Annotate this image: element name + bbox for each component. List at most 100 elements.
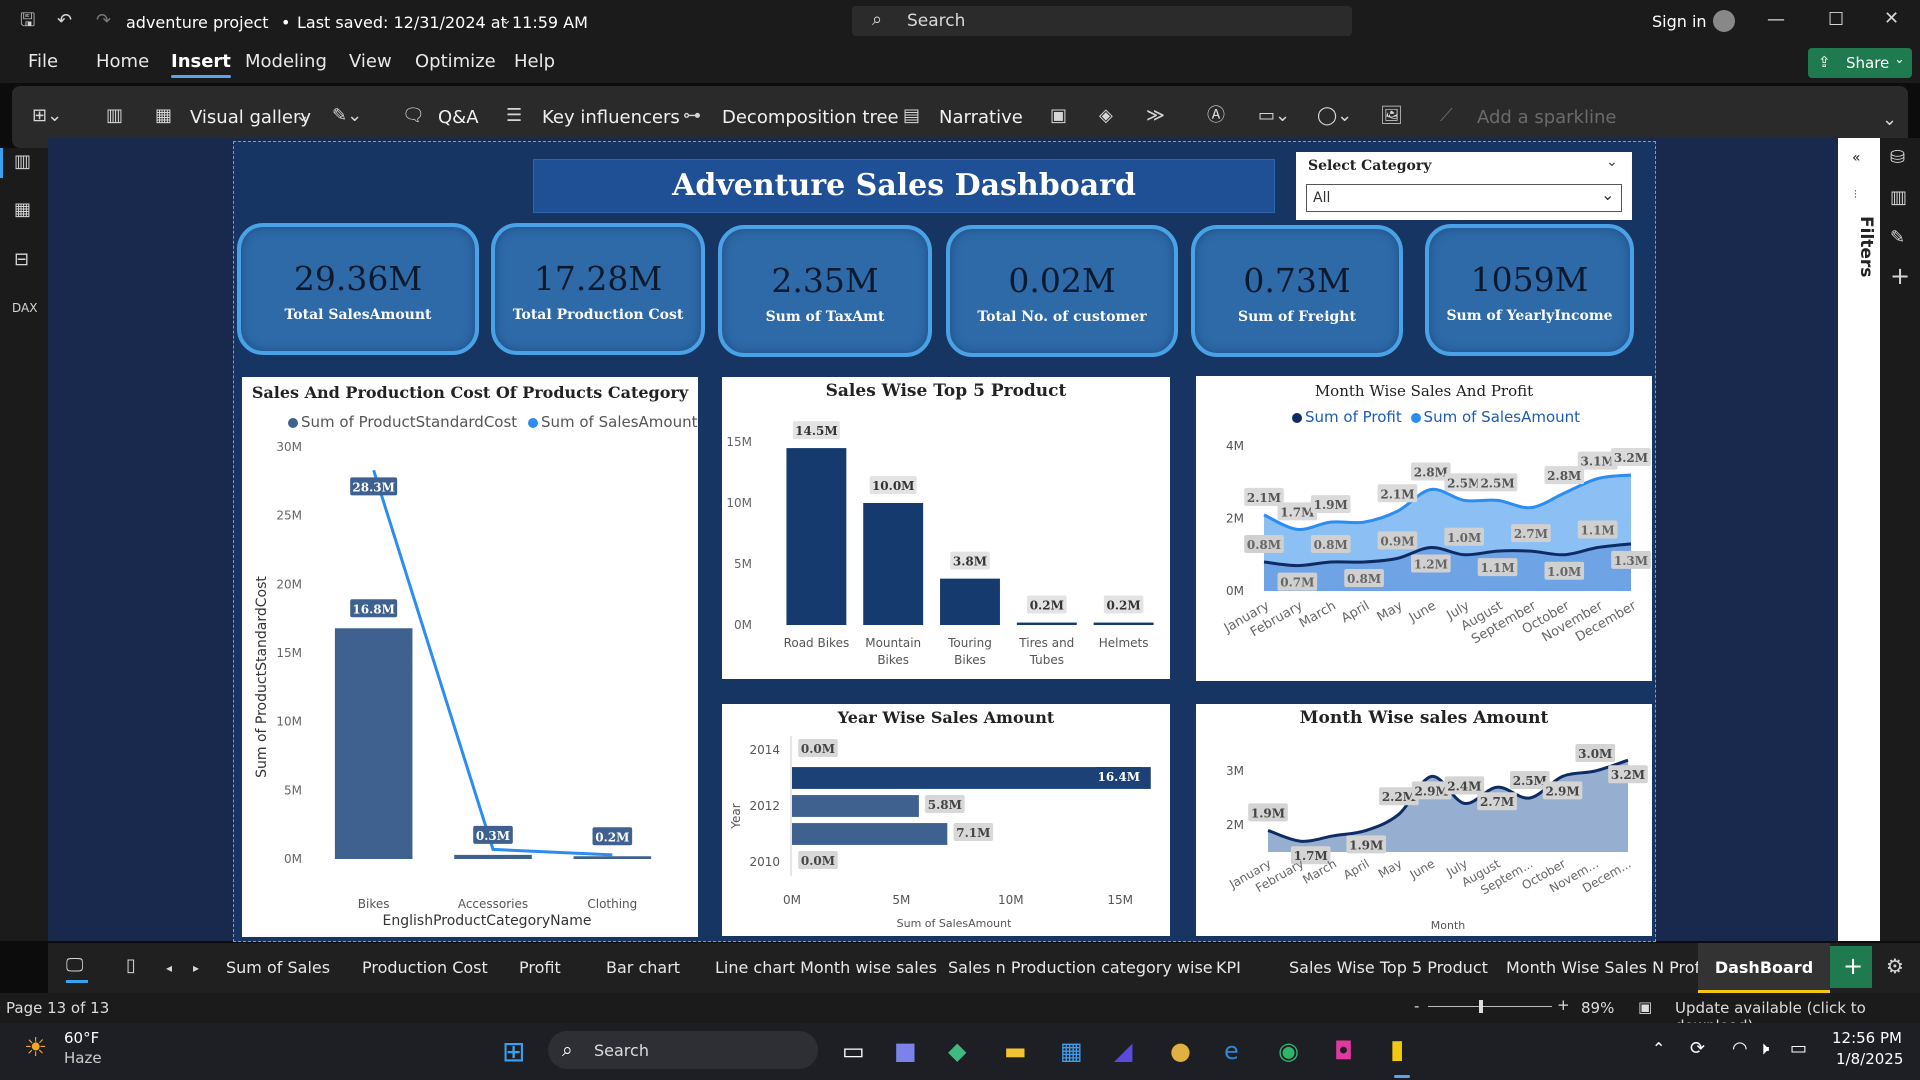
copilot-icon[interactable]: ◆ <box>948 1037 966 1065</box>
build-visual-icon[interactable]: ✎⌄ <box>332 106 362 126</box>
ribbon-expand-icon[interactable]: ⌄ <box>1882 110 1897 130</box>
windows-start-icon[interactable]: ⊞ <box>502 1035 525 1068</box>
teams-icon[interactable]: ■ <box>894 1037 917 1065</box>
chart-year-card[interactable]: Year Wise Sales Amount 0.0M 2014 16.4M 5.8M… <box>722 704 1170 936</box>
visualizations-pane-icon[interactable]: ▥ <box>1890 188 1907 208</box>
menu-insert[interactable]: Insert <box>171 51 231 78</box>
chevron-down-icon[interactable]: ⌄ <box>1606 154 1618 170</box>
gear-icon[interactable]: ⚙ <box>1886 956 1904 976</box>
maximize-icon[interactable]: ☐ <box>1828 10 1844 30</box>
app-icon[interactable]: ◘ <box>1334 1037 1353 1065</box>
sync-icon[interactable]: ⟳ <box>1690 1038 1705 1059</box>
taskbar-search[interactable]: ⌕ Search <box>548 1031 818 1069</box>
report-view-icon[interactable]: ▥ <box>14 152 31 172</box>
tab-dashboard[interactable]: DashBoard <box>1698 943 1830 993</box>
next-page-icon[interactable]: ▸ <box>193 958 199 978</box>
volume-icon[interactable]: 🕨 <box>1758 1038 1769 1059</box>
tab-profit[interactable]: Profit <box>519 958 561 977</box>
menu-modeling[interactable]: Modeling <box>245 51 327 72</box>
chevron-down-icon[interactable]: ⌄ <box>295 106 310 126</box>
store-icon[interactable]: ▦ <box>1060 1037 1083 1065</box>
filters-pane[interactable]: « ⫶ Filters <box>1838 138 1880 941</box>
zoom-slider[interactable] <box>1428 1006 1552 1007</box>
tab-month-wise-sales-n-profit[interactable]: Month Wise Sales N Profit <box>1506 958 1711 977</box>
model-view-icon[interactable]: ⊟ <box>14 250 29 270</box>
add-pane-icon[interactable]: + <box>1890 264 1910 288</box>
file-explorer-icon[interactable]: ▬ <box>1004 1037 1027 1065</box>
menu-file[interactable]: File <box>28 51 58 72</box>
ie-icon[interactable]: e <box>1224 1037 1239 1065</box>
chart-month-sales-card[interactable]: Month Wise sales Amount 2M 3M 1.9M 1.7M 1.9M… <box>1196 704 1652 936</box>
power-automate-icon[interactable]: ≫ <box>1146 106 1165 126</box>
clock-time[interactable]: 12:56 PM <box>1832 1029 1902 1047</box>
menu-home[interactable]: Home <box>96 51 149 72</box>
format-pane-icon[interactable]: ✎ <box>1890 228 1905 248</box>
tab-production-cost[interactable]: Production Cost <box>362 958 488 977</box>
dax-query-icon[interactable]: DAX <box>12 298 37 318</box>
desktop-layout-icon[interactable]: 🖵 <box>66 956 83 976</box>
battery-icon[interactable]: ▭ <box>1790 1038 1807 1059</box>
power-bi-icon[interactable]: ▮ <box>1390 1035 1404 1065</box>
sign-in-link[interactable]: Sign in <box>1652 12 1707 31</box>
fit-page-icon[interactable]: ▣ <box>1638 998 1652 1016</box>
tab-kpi[interactable]: KPI <box>1216 958 1241 977</box>
zoom-out-button[interactable]: - <box>1414 997 1419 1015</box>
undo-icon[interactable]: ↶ <box>57 11 72 31</box>
narrative-icon[interactable]: ▤ <box>903 106 920 126</box>
buttons-icon[interactable]: ▭⌄ <box>1258 106 1290 126</box>
edge-icon[interactable]: ◉ <box>1278 1037 1299 1065</box>
paginated-report-icon[interactable]: ▣ <box>1050 106 1067 126</box>
share-button[interactable]: ⇪ Share ⌄ <box>1808 48 1912 78</box>
data-pane-icon[interactable]: ⛁ <box>1890 148 1905 168</box>
tab-sales-wise-top5[interactable]: Sales Wise Top 5 Product <box>1289 958 1488 977</box>
tab-line-chart-month-wise-sales[interactable]: Line chart Month wise sales <box>715 958 937 977</box>
new-visual-icon[interactable]: ⊞⌄ <box>32 106 62 126</box>
slicer-dropdown[interactable]: All ⌄ <box>1306 184 1622 212</box>
menu-optimize[interactable]: Optimize <box>415 51 496 72</box>
zoom-slider-thumb[interactable] <box>1479 1000 1483 1013</box>
task-view-icon[interactable]: ▭ <box>842 1037 865 1065</box>
app-icon[interactable]: ● <box>1170 1037 1191 1065</box>
qa-icon[interactable]: 🗨 <box>402 106 425 126</box>
qa-button[interactable]: Q&A <box>438 107 479 128</box>
filters-pane-label[interactable]: Filters <box>1842 216 1876 277</box>
chart-category-card[interactable]: Sales And Production Cost Of Products Ca… <box>242 377 698 937</box>
clock-date[interactable]: 1/8/2025 <box>1836 1050 1903 1068</box>
chart-icon[interactable]: ▥ <box>106 106 123 126</box>
save-icon[interactable]: 🖫 <box>20 11 35 31</box>
key-influencers-icon[interactable]: ☰ <box>506 106 522 126</box>
wifi-icon[interactable]: ◠ <box>1732 1038 1748 1059</box>
search-box[interactable]: ⌕ Search <box>852 6 1352 36</box>
tab-sum-of-sales[interactable]: Sum of Sales <box>226 958 330 977</box>
menu-view[interactable]: View <box>349 51 392 72</box>
visual-gallery-button[interactable]: Visual gallery <box>190 107 311 128</box>
prev-page-icon[interactable]: ◂ <box>166 958 172 978</box>
chevron-down-icon[interactable]: ⌄ <box>501 11 512 31</box>
redo-icon[interactable]: ↷ <box>96 11 111 31</box>
shapes-icon[interactable]: ◯⌄ <box>1317 106 1352 126</box>
menu-help[interactable]: Help <box>514 51 555 72</box>
category-slicer[interactable]: Select Category ⌄ All ⌄ <box>1296 152 1632 220</box>
key-influencers-button[interactable]: Key influencers <box>542 107 680 128</box>
app-icon[interactable]: ◢ <box>1114 1037 1132 1065</box>
image-icon[interactable]: 🖼 <box>1380 106 1403 126</box>
narrative-button[interactable]: Narrative <box>939 107 1023 128</box>
decomposition-tree-icon[interactable]: ⊶ <box>683 106 701 126</box>
close-icon[interactable]: ✕ <box>1884 9 1899 29</box>
table-view-icon[interactable]: ▦ <box>14 200 31 220</box>
minimize-icon[interactable]: — <box>1767 10 1785 30</box>
avatar-icon[interactable] <box>1713 10 1735 32</box>
chevron-up-icon[interactable]: ⌃ <box>1652 1039 1665 1058</box>
tab-bar-chart[interactable]: Bar chart <box>606 958 680 977</box>
zoom-in-button[interactable]: + <box>1557 996 1570 1014</box>
add-page-button[interactable]: + <box>1830 946 1872 988</box>
power-apps-icon[interactable]: ◈ <box>1099 106 1113 126</box>
visual-gallery-icon[interactable]: ▦ <box>155 106 172 126</box>
tab-sales-n-production[interactable]: Sales n Production category wise <box>948 958 1213 977</box>
collapse-pane-icon[interactable]: « <box>1852 150 1861 166</box>
chart-month-profit-card[interactable]: Month Wise Sales And Profit Sum of Profi… <box>1196 376 1652 681</box>
text-box-icon[interactable]: Ⓐ <box>1207 106 1225 126</box>
mobile-layout-icon[interactable]: ▯ <box>126 956 136 976</box>
chart-top5-card[interactable]: Sales Wise Top 5 Product 0M 5M 10M 15M 14.5M… <box>722 377 1170 679</box>
decomposition-tree-button[interactable]: Decomposition tree <box>722 107 899 128</box>
